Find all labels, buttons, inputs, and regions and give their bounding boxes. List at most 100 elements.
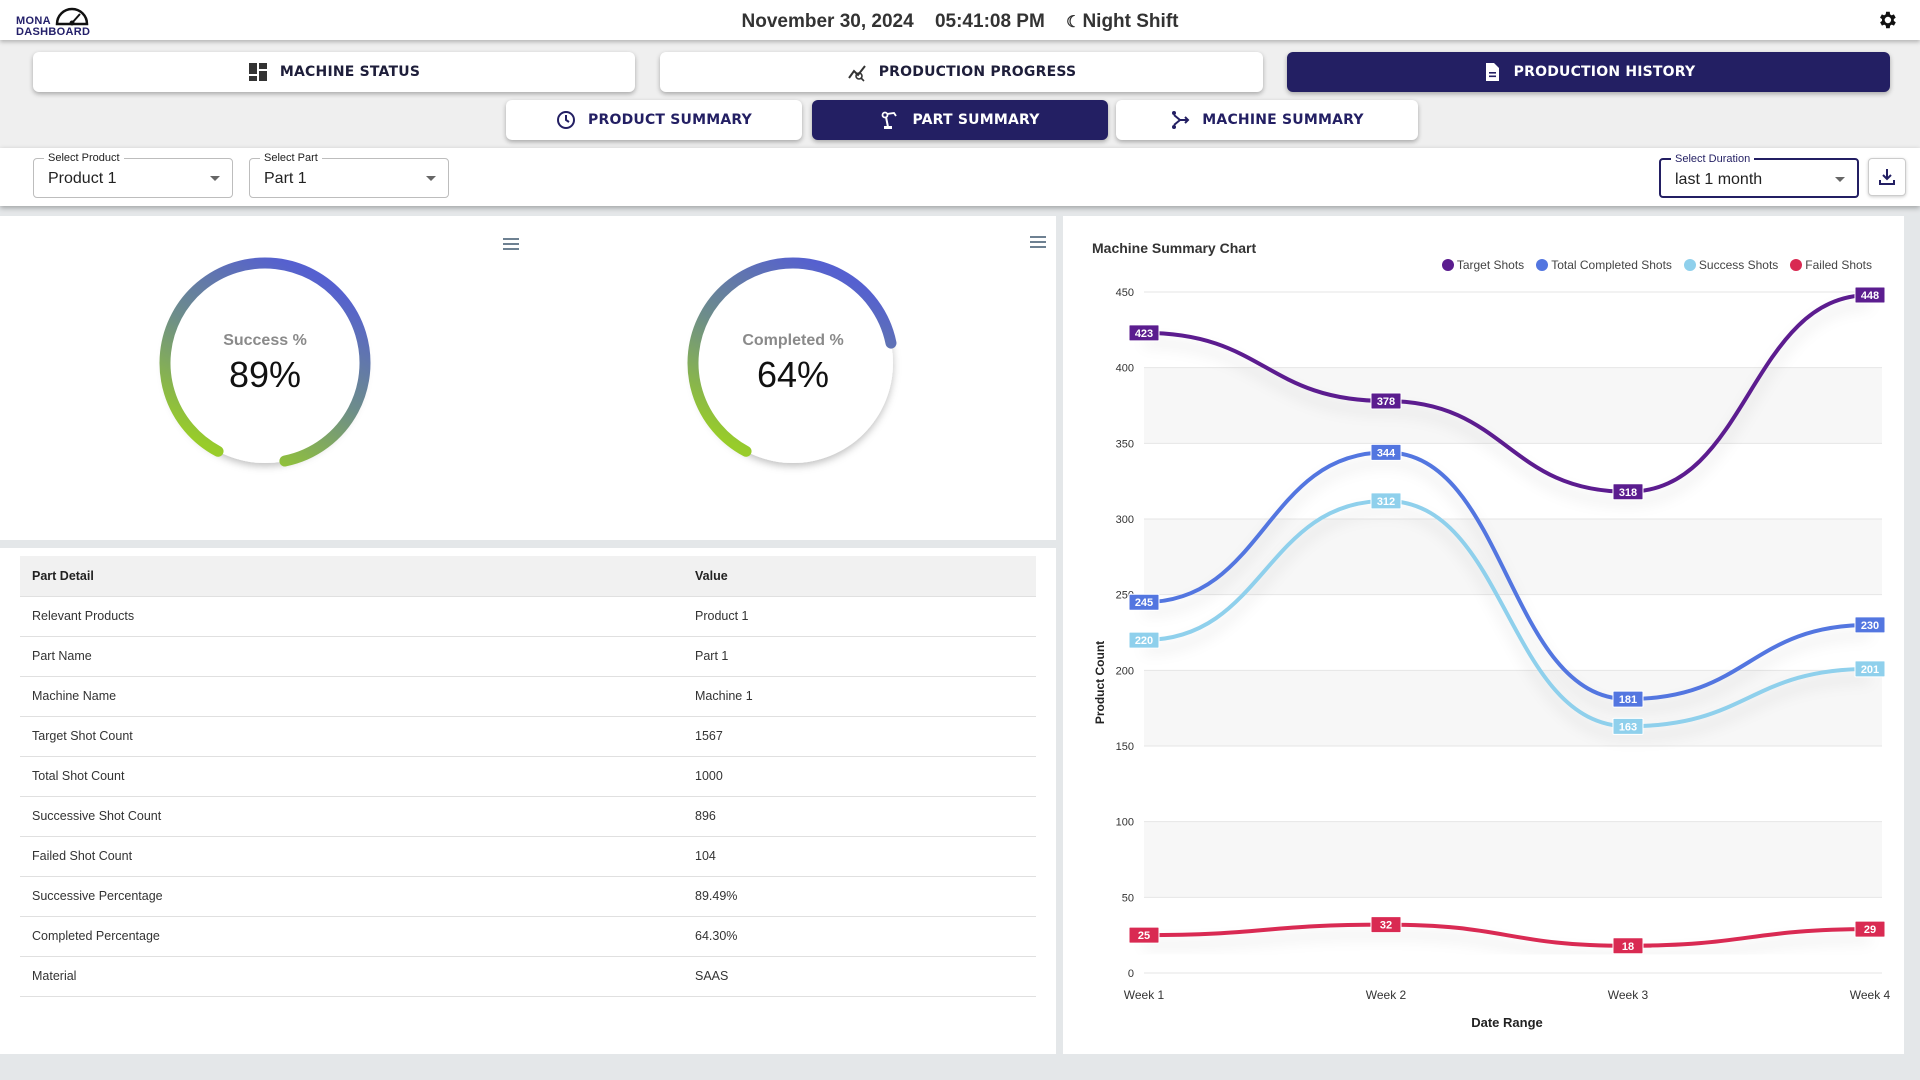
legend-item[interactable]: Target Shots [1441,258,1525,272]
moon-icon: ☾ [1066,14,1081,31]
filter-bar: Select Product Product 1 Select Part Par… [0,148,1920,206]
date-text: November 30, 2024 [741,11,914,32]
row-label: Failed Shot Count [20,836,683,877]
chart-title: Machine Summary Chart [1092,240,1257,256]
tab-label: MACHINE SUMMARY [1202,112,1364,128]
completed-gauge: Completed % 64% [678,248,908,478]
row-value: 89.49% [683,876,1036,917]
progress-chart-icon [847,65,866,82]
document-icon [1485,63,1499,81]
legend-label: Target Shots [1456,258,1525,272]
robot-arm-icon [882,111,898,129]
select-duration[interactable]: Select Duration last 1 month [1659,153,1859,198]
legend-dot-icon [1441,259,1454,271]
subtab-machine-summary[interactable]: MACHINE SUMMARY [1116,100,1418,140]
select-product-label: Select Product [44,152,124,164]
completed-gauge-label: Completed % [742,332,844,349]
row-value: SAAS [683,956,1036,997]
row-label: Successive Shot Count [20,796,683,837]
download-button[interactable] [1868,158,1906,196]
row-label: Total Shot Count [20,756,683,797]
chart-menu-icon[interactable] [503,238,519,250]
legend-item[interactable]: Failed Shots [1790,258,1872,272]
select-part[interactable]: Select Part Part 1 [249,152,449,198]
table-row: Successive Percentage 89.49% [20,876,1036,917]
chart-legend: Target Shots Total Completed Shots Success… [1441,258,1872,272]
machine-icon [1172,111,1190,129]
table-row: Failed Shot Count 104 [20,836,1036,877]
shift-indicator: ☾ Night Shift [1066,11,1178,32]
select-part-label: Select Part [260,152,322,164]
legend-label: Success Shots [1698,258,1779,272]
download-icon [1879,169,1895,185]
table-row: Total Shot Count 1000 [20,756,1036,797]
navigation: MACHINE STATUS PRODUCTION PROGRESS PRODU… [0,40,1920,148]
column-header: Part Detail [20,556,683,597]
table-row: Successive Shot Count 896 [20,796,1036,837]
subtab-product-summary[interactable]: PRODUCT SUMMARY [506,100,802,140]
legend-item[interactable]: Total Completed Shots [1536,258,1672,272]
clock-icon [557,111,576,129]
success-gauge-value: 89% [228,354,302,395]
row-value: 1000 [683,756,1036,797]
row-value: 1567 [683,716,1036,757]
tab-label: PRODUCTION HISTORY [1513,64,1696,80]
tab-label: MACHINE STATUS [279,64,421,80]
legend-dot-icon [1536,259,1549,271]
table-row: Part Name Part 1 [20,636,1036,677]
shift-text: Night Shift [1082,11,1179,32]
row-label: Target Shot Count [20,716,683,757]
subtab-part-summary[interactable]: PART SUMMARY [812,100,1108,140]
row-value: 64.30% [683,916,1036,957]
legend-label: Total Completed Shots [1551,258,1672,272]
tab-production-history[interactable]: PRODUCTION HISTORY [1287,52,1890,92]
tab-label: PRODUCT SUMMARY [588,112,752,128]
legend-dot-icon [1683,259,1696,271]
datetime: November 30, 2024 05:41:08 PM ☾ Night Shi… [0,11,1920,33]
row-value: Product 1 [683,596,1036,637]
tab-label: PART SUMMARY [912,112,1040,128]
chevron-down-icon [210,176,220,181]
row-value: Part 1 [683,636,1036,677]
row-label: Machine Name [20,676,683,717]
row-value: 896 [683,796,1036,837]
row-label: Part Name [20,636,683,677]
table-row: Target Shot Count 1567 [20,716,1036,757]
column-header: Value [683,556,1036,597]
row-label: Completed Percentage [20,916,683,957]
chart-menu-icon[interactable] [1030,236,1046,248]
chart-panel [1063,216,1904,1054]
row-value: 104 [683,836,1036,877]
legend-dot-icon [1790,259,1803,271]
select-product-value: Product 1 [48,170,117,187]
table-row: Relevant Products Product 1 [20,596,1036,637]
chevron-down-icon [426,176,436,181]
table-row: Machine Name Machine 1 [20,676,1036,717]
row-label: Material [20,956,683,997]
completed-gauge-value: 64% [756,354,830,395]
table-row: Material SAAS [20,956,1036,997]
select-part-value: Part 1 [264,170,307,187]
part-detail-table: Part Detail Value Relevant Products Produ… [20,556,1036,997]
select-duration-label: Select Duration [1671,153,1755,165]
gauge-panel: Success % 89% Completed % 64% [0,216,1056,540]
row-label: Relevant Products [20,596,683,637]
chevron-down-icon [1835,177,1845,182]
tab-production-progress[interactable]: PRODUCTION PROGRESS [660,52,1263,92]
tab-machine-status[interactable]: MACHINE STATUS [33,52,635,92]
success-gauge: Success % 89% [150,248,380,478]
time-text: 05:41:08 PM [934,11,1045,32]
legend-label: Failed Shots [1805,258,1872,272]
table-row: Completed Percentage 64.30% [20,916,1036,957]
success-gauge-label: Success % [223,332,307,349]
gear-icon[interactable] [1876,9,1898,31]
dashboard-grid-icon [248,63,267,81]
top-bar: MONA DASHBOARD November 30, 2024 05:41:0… [0,0,1920,40]
select-duration-value: last 1 month [1675,171,1763,188]
select-product[interactable]: Select Product Product 1 [33,152,233,198]
table-header-row: Part Detail Value [20,556,1036,597]
legend-item[interactable]: Success Shots [1683,258,1779,272]
tab-label: PRODUCTION PROGRESS [878,64,1077,80]
row-label: Successive Percentage [20,876,683,917]
row-value: Machine 1 [683,676,1036,717]
